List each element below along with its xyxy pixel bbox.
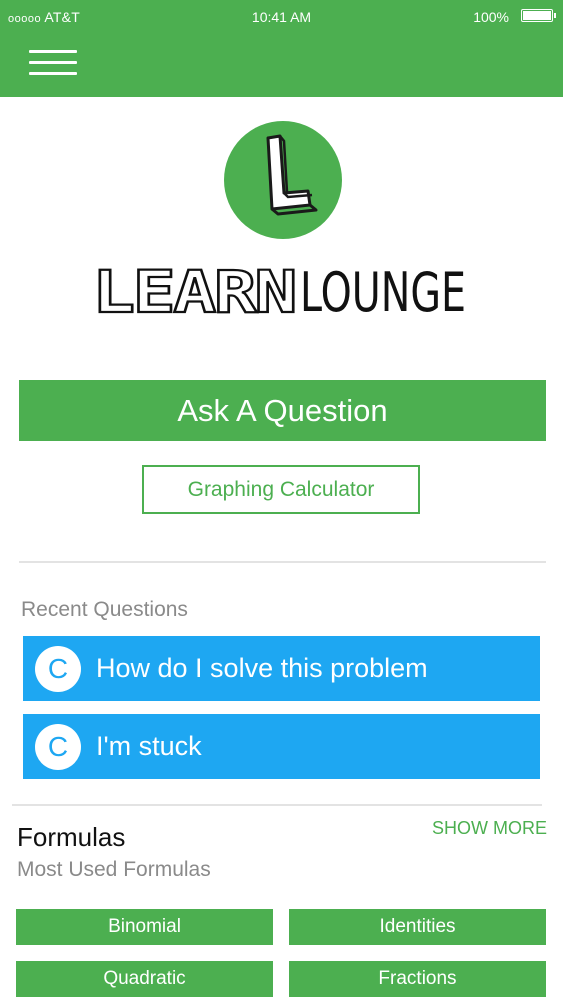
status-bar: ooooo AT&T 10:41 AM 100% — [0, 0, 563, 32]
battery-icon — [521, 9, 556, 22]
formula-binomial-button[interactable]: Binomial — [16, 909, 273, 945]
formula-fractions-button[interactable]: Fractions — [289, 961, 546, 997]
recent-question-item[interactable]: C I'm stuck — [23, 714, 540, 779]
formula-identities-button[interactable]: Identities — [289, 909, 546, 945]
l-letter-icon — [266, 134, 318, 216]
formulas-title: Formulas — [17, 822, 126, 852]
app-screen: ooooo AT&T 10:41 AM 100% LEARN LOUNGE As… — [0, 0, 563, 1000]
graphing-calculator-button[interactable]: Graphing Calculator — [142, 465, 420, 514]
subject-avatar: C — [35, 645, 81, 692]
hamburger-menu-icon[interactable] — [29, 50, 77, 78]
wordmark-learn: LEARN — [92, 258, 295, 324]
wordmark-lounge: LOUNGE — [300, 261, 466, 324]
question-text: I'm stuck — [96, 731, 202, 761]
recent-question-item[interactable]: C How do I solve this problem — [23, 636, 540, 701]
app-header: ooooo AT&T 10:41 AM 100% — [0, 0, 563, 97]
recent-questions-heading: Recent Questions — [21, 598, 188, 621]
ask-question-button[interactable]: Ask A Question — [19, 380, 546, 441]
learnlounge-l-logo — [224, 121, 342, 239]
section-divider — [19, 561, 546, 563]
show-more-link[interactable]: SHOW MORE — [432, 818, 547, 839]
section-divider — [12, 804, 542, 806]
learnlounge-wordmark: LEARN LOUNGE — [90, 254, 470, 327]
question-text: How do I solve this problem — [96, 653, 428, 683]
formula-quadratic-button[interactable]: Quadratic — [16, 961, 273, 997]
subject-avatar: C — [35, 723, 81, 770]
battery-percent: 100% — [473, 9, 509, 25]
wordmark-logo: LEARN LOUNGE — [91, 257, 466, 327]
formulas-subtitle: Most Used Formulas — [17, 858, 211, 881]
